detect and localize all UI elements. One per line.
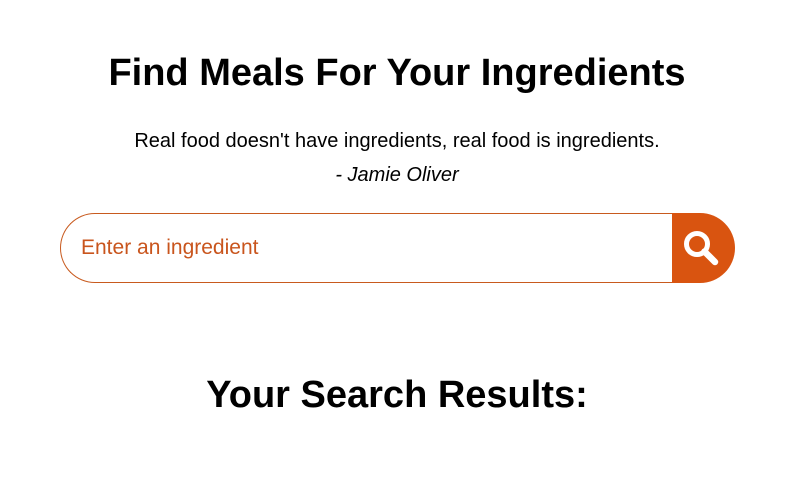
search-bar <box>60 213 735 283</box>
page-title: Find Meals For Your Ingredients <box>108 52 686 94</box>
search-icon <box>682 229 720 267</box>
ingredient-search-input[interactable] <box>60 213 672 283</box>
quote-author: - Jamie Oliver <box>335 164 459 186</box>
search-button[interactable] <box>672 213 735 283</box>
quote-text: Real food doesn't have ingredients, real… <box>134 130 660 152</box>
results-heading: Your Search Results: <box>206 374 588 416</box>
